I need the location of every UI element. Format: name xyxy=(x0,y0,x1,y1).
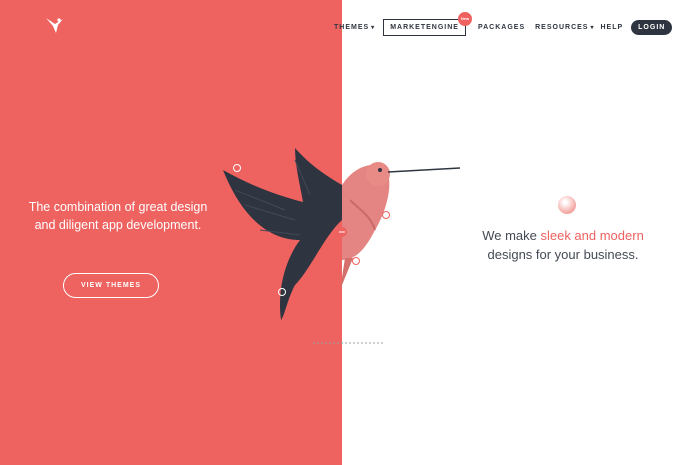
right-text-start: We make xyxy=(482,228,541,243)
decorative-circle xyxy=(558,196,576,214)
right-text-highlight: sleek and modern xyxy=(540,228,644,243)
nav-packages-label: PACKAGES xyxy=(477,23,526,31)
login-button[interactable]: LOGIN xyxy=(631,19,673,35)
nav-resources[interactable]: RESOURCES ▾ xyxy=(535,24,594,31)
nav-marketengine[interactable]: MARKETENGINE New xyxy=(383,11,472,36)
nav-help[interactable]: HELP xyxy=(600,24,623,31)
hero-left-text: The combination of great design and dili… xyxy=(28,200,208,232)
new-badge: New xyxy=(457,11,472,26)
hummingbird-logo-icon[interactable] xyxy=(44,14,66,36)
nav-help-label: HELP xyxy=(600,23,624,31)
main-nav: THEMES ▾ MARKETENGINE New PACKAGES RESOUR… xyxy=(334,11,673,36)
nav-themes-label: THEMES xyxy=(334,23,370,31)
login-label: LOGIN xyxy=(638,23,666,31)
nav-themes[interactable]: THEMES ▾ xyxy=(334,24,375,31)
nav-resources-label: RESOURCES xyxy=(535,23,589,31)
nav-packages[interactable]: PACKAGES xyxy=(478,24,525,31)
hummingbird-illustration xyxy=(223,148,461,344)
hero-right-text: We make sleek and modern designs for you… xyxy=(478,226,648,264)
chevron-down-icon: ▾ xyxy=(590,24,595,31)
nav-marketengine-label: MARKETENGINE xyxy=(390,23,459,31)
chevron-down-icon: ▾ xyxy=(371,24,376,31)
right-text-end: designs for your business. xyxy=(487,247,639,262)
view-themes-button[interactable]: VIEW THEMES xyxy=(63,273,159,298)
